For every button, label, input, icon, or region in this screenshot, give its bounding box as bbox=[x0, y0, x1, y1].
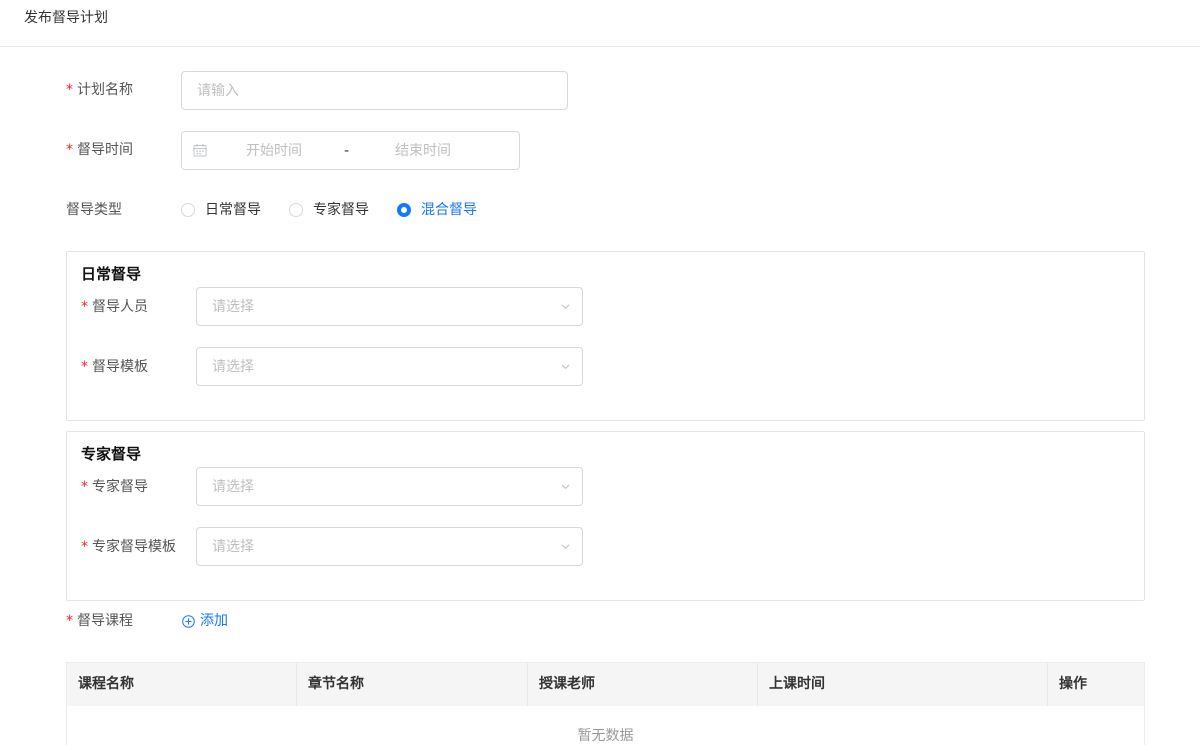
staff-select[interactable]: 请选择 bbox=[196, 287, 583, 326]
daily-template-label: * 督导模板 bbox=[81, 359, 148, 375]
required-mark: * bbox=[81, 479, 88, 495]
chevron-down-icon bbox=[561, 544, 570, 550]
radio-expert[interactable]: 专家督导 bbox=[289, 200, 369, 220]
type-radio-group: 日常督导 专家督导 混合督导 bbox=[181, 200, 505, 220]
radio-daily[interactable]: 日常督导 bbox=[181, 200, 261, 220]
plan-name-label: * 计划名称 bbox=[66, 82, 133, 98]
date-range-picker[interactable]: 开始时间 - 结束时间 bbox=[181, 131, 520, 170]
required-mark: * bbox=[66, 142, 73, 158]
daily-panel-title: 日常督导 bbox=[81, 265, 142, 283]
radio-mixed[interactable]: 混合督导 bbox=[397, 200, 477, 220]
expert-select[interactable]: 请选择 bbox=[196, 467, 583, 506]
table-header: 课程名称 章节名称 授课老师 上课时间 操作 bbox=[67, 663, 1144, 706]
plan-name-placeholder: 请输入 bbox=[197, 83, 239, 99]
add-course-button[interactable]: 添加 bbox=[182, 611, 228, 631]
expert-supervision-panel: 专家督导 * 专家督导 请选择 * 专家督导模板 请选择 bbox=[66, 431, 1145, 601]
required-mark: * bbox=[81, 539, 88, 555]
required-mark: * bbox=[81, 299, 88, 315]
start-time-input[interactable]: 开始时间 bbox=[246, 141, 302, 161]
radio-circle bbox=[289, 203, 303, 217]
chevron-down-icon bbox=[561, 304, 570, 310]
empty-state-text: 暂无数据 bbox=[577, 728, 634, 744]
expert-template-select[interactable]: 请选择 bbox=[196, 527, 583, 566]
courses-label: * 督导课程 bbox=[66, 613, 133, 629]
table-body: 暂无数据 bbox=[67, 706, 1144, 745]
column-header: 上课时间 bbox=[758, 663, 1048, 706]
radio-circle bbox=[181, 203, 195, 217]
page-header: 发布督导计划 bbox=[0, 0, 1200, 47]
plan-name-input[interactable]: 请输入 bbox=[181, 71, 568, 110]
column-header: 授课老师 bbox=[528, 663, 758, 706]
courses-table: 课程名称 章节名称 授课老师 上课时间 操作 暂无数据 bbox=[66, 662, 1145, 745]
end-time-input[interactable]: 结束时间 bbox=[395, 141, 451, 161]
daily-supervision-panel: 日常督导 * 督导人员 请选择 * 督导模板 请选择 bbox=[66, 251, 1145, 421]
time-label: * 督导时间 bbox=[66, 142, 133, 158]
required-mark: * bbox=[81, 359, 88, 375]
date-separator: - bbox=[344, 143, 350, 159]
type-label: 督导类型 bbox=[66, 202, 122, 218]
plus-circle-icon bbox=[182, 614, 195, 628]
expert-label: * 专家督导 bbox=[81, 479, 148, 495]
page-title: 发布督导计划 bbox=[24, 10, 108, 26]
expert-template-label: * 专家督导模板 bbox=[81, 539, 176, 555]
calendar-icon bbox=[193, 144, 207, 157]
required-mark: * bbox=[66, 82, 73, 98]
expert-panel-title: 专家督导 bbox=[81, 445, 142, 463]
column-header: 章节名称 bbox=[297, 663, 528, 706]
column-header: 课程名称 bbox=[67, 663, 297, 706]
radio-circle-checked bbox=[397, 203, 411, 217]
staff-label: * 督导人员 bbox=[81, 299, 148, 315]
column-header: 操作 bbox=[1059, 676, 1087, 692]
chevron-down-icon bbox=[561, 484, 570, 490]
required-mark: * bbox=[66, 613, 73, 629]
daily-template-select[interactable]: 请选择 bbox=[196, 347, 583, 386]
chevron-down-icon bbox=[561, 364, 570, 370]
